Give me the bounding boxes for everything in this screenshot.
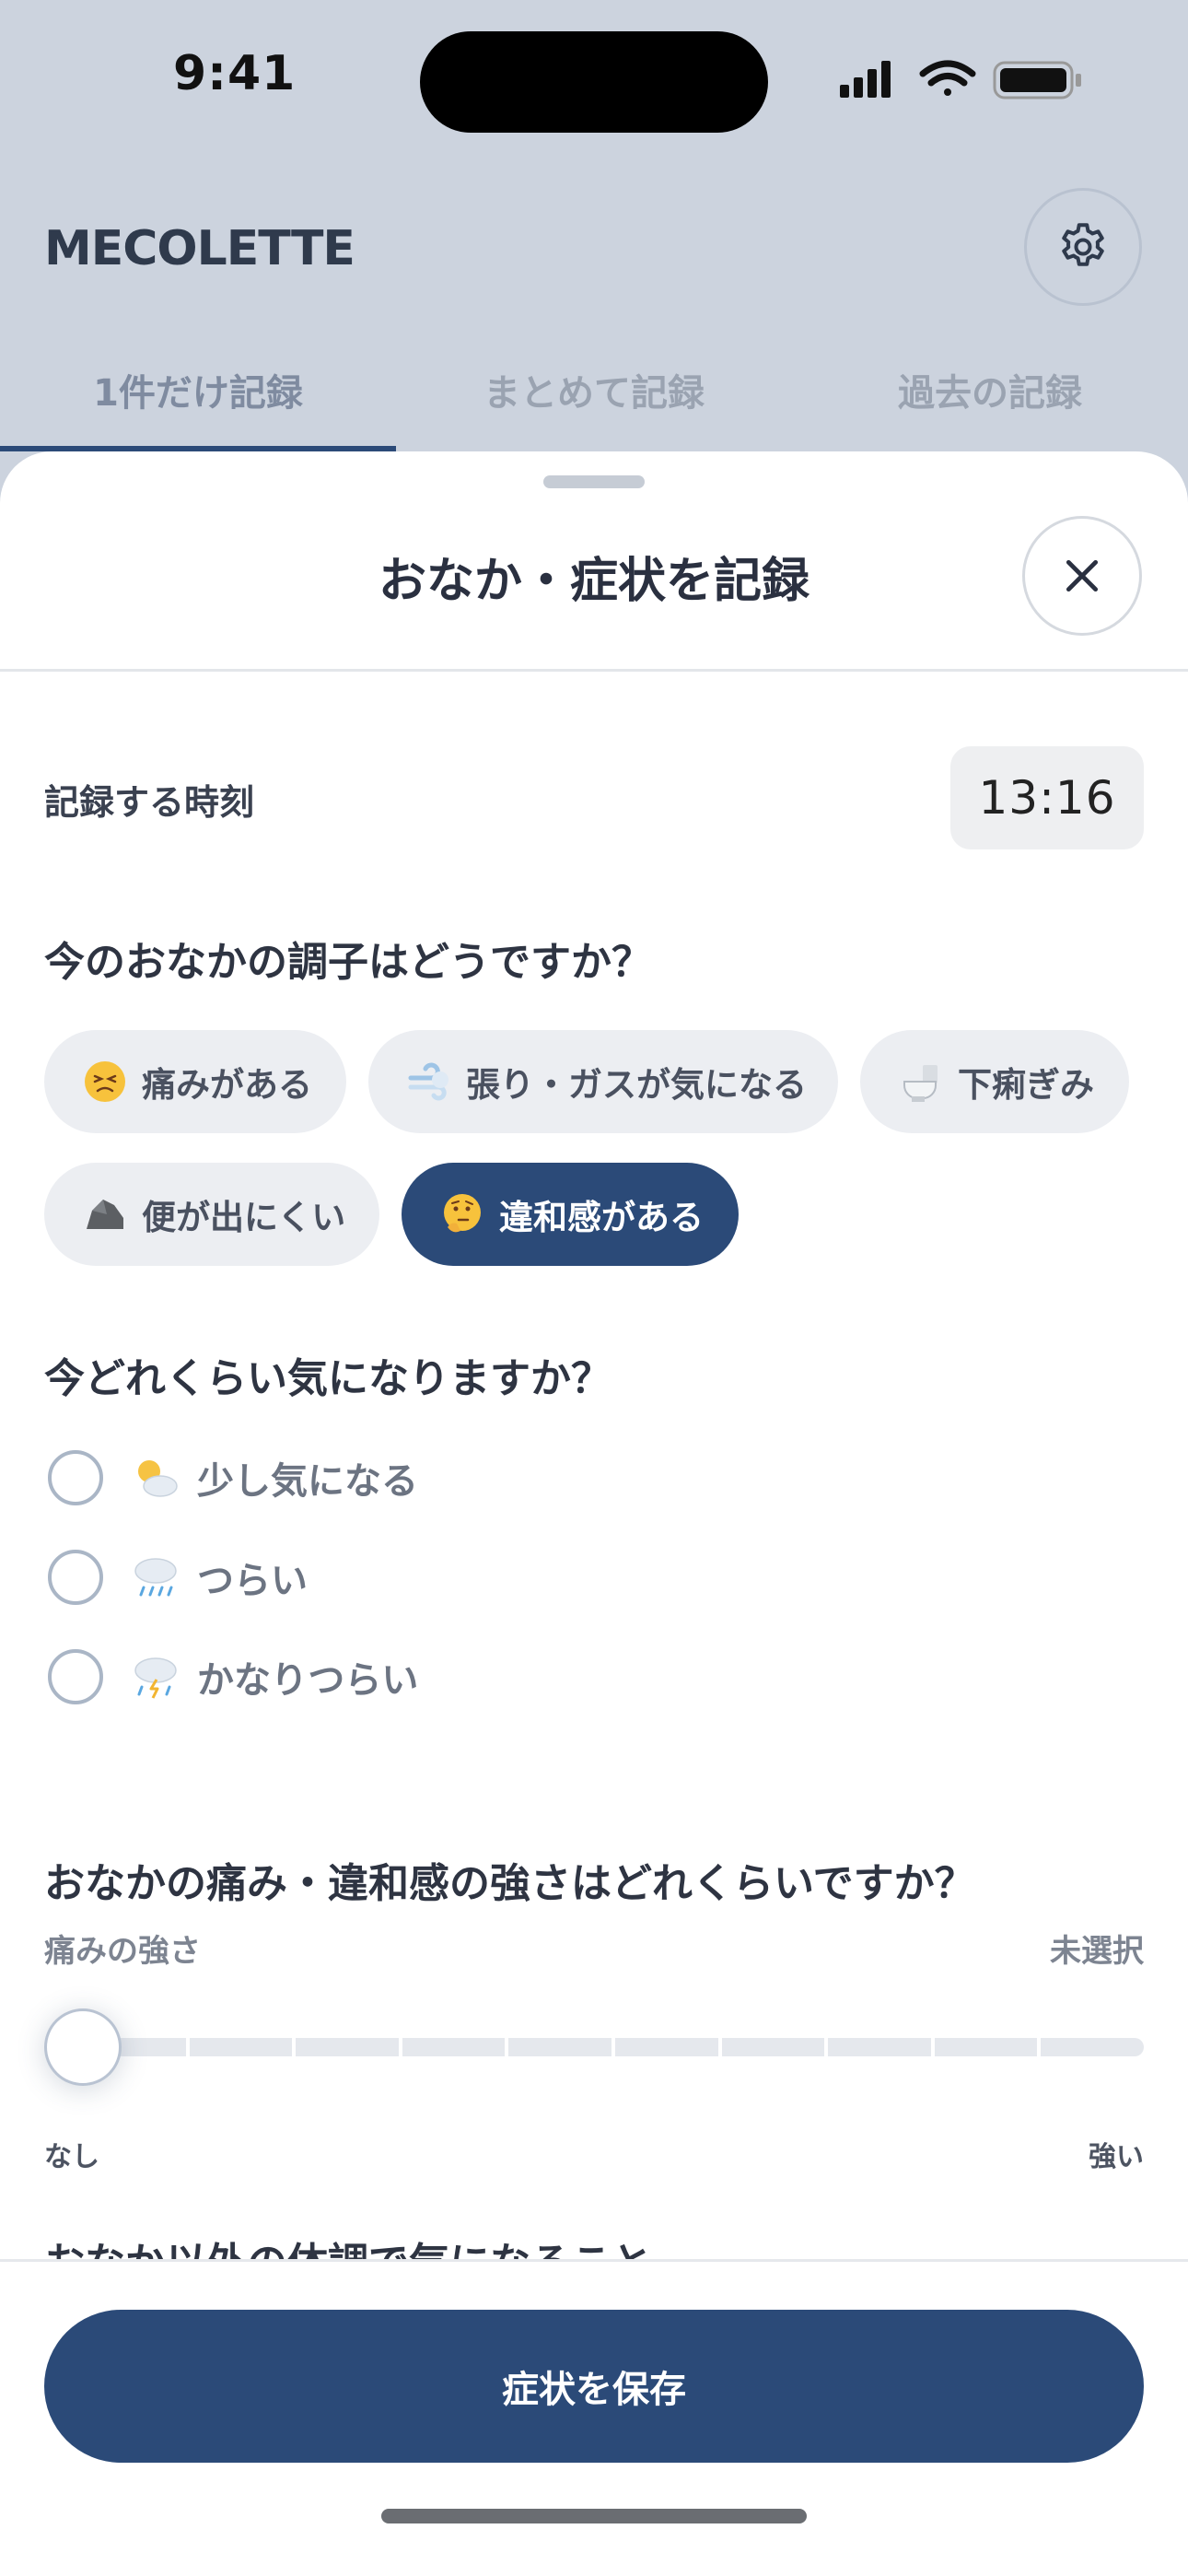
chip-label: 下痢ぎみ: [958, 1065, 1094, 1105]
close-icon: [1066, 559, 1099, 592]
radio-painful[interactable]: つらい: [48, 1550, 308, 1605]
status-bar: 9:41: [0, 0, 1188, 166]
sun-behind-cloud-icon: [138, 1460, 178, 1497]
intensity-slider-track[interactable]: [83, 2038, 1144, 2056]
slider-segment: [508, 2038, 611, 2056]
intensity-question: おなかの痛み・違和感の強さはどれくらいですか？: [44, 1860, 975, 1907]
tab-bar: 1件だけ記録 まとめて記録 過去の記録: [0, 341, 1188, 451]
slider-segment: [402, 2038, 506, 2056]
sheet-title: おなか・症状を記録: [378, 554, 809, 609]
persevering-face-icon: [85, 1061, 125, 1102]
chip-diarrhea[interactable]: 下痢ぎみ: [860, 1030, 1129, 1133]
intensity-label: 痛みの強さ: [44, 1933, 201, 1970]
dash-icon: [408, 1062, 448, 1101]
toilet-icon: [903, 1065, 938, 1102]
save-symptoms-button[interactable]: 症状を保存: [44, 2310, 1144, 2463]
radio-slightly[interactable]: 少し気になる: [48, 1450, 418, 1505]
slider-segment: [296, 2038, 399, 2056]
tab-past-records[interactable]: 過去の記録: [792, 341, 1188, 451]
thunder-rain-cloud-icon: [134, 1657, 177, 1699]
slider-segment: [721, 2038, 825, 2056]
chip-pain[interactable]: 痛みがある: [44, 1030, 346, 1133]
thinking-face-icon: [444, 1194, 481, 1233]
radio-label: かなりつらい: [197, 1659, 419, 1702]
chip-constipation[interactable]: 便が出にくい: [44, 1163, 379, 1266]
tab-single-record[interactable]: 1件だけ記録: [0, 341, 396, 451]
record-time-label: 記録する時刻: [44, 782, 255, 823]
radio-very-painful[interactable]: かなりつらい: [48, 1649, 418, 1704]
sheet-grabber[interactable]: [543, 475, 645, 488]
slider-segment: [189, 2038, 293, 2056]
chip-bloating[interactable]: 張り・ガスが気になる: [368, 1030, 838, 1133]
record-sheet: おなか・症状を記録 記録する時刻 13:16 今のおなかの調子はどうですか？ 痛…: [0, 451, 1188, 2576]
chip-label: 便が出にくい: [142, 1198, 346, 1237]
chip-label: 違和感がある: [499, 1198, 704, 1237]
intensity-max-label: 強い: [1089, 2141, 1144, 2173]
home-indicator[interactable]: [381, 2509, 807, 2523]
slider-segment: [828, 2038, 931, 2056]
close-button[interactable]: [1022, 516, 1142, 636]
condition-question: 今のおなかの調子はどうですか？: [44, 939, 652, 986]
radio-button[interactable]: [48, 1450, 103, 1505]
chip-discomfort[interactable]: 違和感がある: [402, 1163, 739, 1266]
radio-button[interactable]: [48, 1550, 103, 1605]
settings-button[interactable]: [1024, 188, 1142, 306]
chip-label: 痛みがある: [142, 1065, 312, 1105]
radio-button[interactable]: [48, 1649, 103, 1704]
slider-segment: [1041, 2038, 1144, 2056]
status-time: 9:41: [173, 46, 297, 101]
rock-icon: [87, 1200, 123, 1229]
tab-batch-record[interactable]: まとめて記録: [396, 341, 792, 451]
intensity-value: 未選択: [1050, 1933, 1144, 1970]
battery-icon: [993, 61, 1081, 100]
severity-question: 今どれくらい気になりますか？: [44, 1355, 611, 1402]
chip-label: 張り・ガスが気になる: [466, 1065, 807, 1105]
header-divider: [0, 669, 1188, 672]
gear-icon: [1062, 223, 1104, 266]
record-time-picker[interactable]: 13:16: [950, 746, 1144, 849]
sheet-footer: 症状を保存: [0, 2259, 1188, 2576]
wifi-icon: [919, 60, 976, 96]
intensity-min-label: なし: [44, 2141, 99, 2173]
app-header: MECOLETTE: [0, 175, 1188, 322]
status-icons: [840, 60, 1081, 100]
slider-segment: [934, 2038, 1038, 2056]
dynamic-island: [420, 31, 768, 133]
next-section-title: おなか以外の体調で気になること: [44, 2230, 652, 2263]
app-logo: MECOLETTE: [44, 221, 355, 276]
radio-label: 少し気になる: [197, 1460, 418, 1503]
slider-segment: [614, 2038, 718, 2056]
radio-label: つらい: [197, 1560, 308, 1602]
cellular-signal-icon: [840, 61, 891, 98]
intensity-slider-thumb[interactable]: [44, 2008, 122, 2086]
rain-cloud-icon: [134, 1558, 177, 1597]
